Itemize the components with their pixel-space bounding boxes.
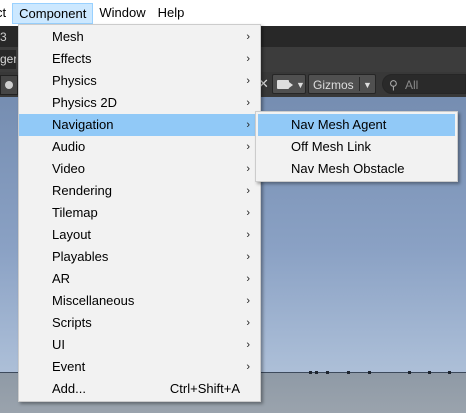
- horizon-marker: [347, 371, 350, 374]
- scene-search-input[interactable]: ⚲ All: [382, 74, 466, 94]
- horizon-marker: [315, 371, 318, 374]
- chevron-right-icon: ›: [246, 53, 250, 65]
- menu-item-physics[interactable]: Physics ›: [19, 70, 260, 92]
- chevron-right-icon: ›: [246, 339, 250, 351]
- main-menubar: ct Component Window Help: [0, 0, 466, 26]
- menu-item-label: Miscellaneous: [52, 293, 135, 308]
- horizon-marker: [448, 371, 451, 374]
- menu-item-label: Effects: [52, 51, 92, 66]
- menu-item-ar[interactable]: AR ›: [19, 268, 260, 290]
- menu-item-label: Scripts: [52, 315, 92, 330]
- menu-item-label: Layout: [52, 227, 92, 242]
- component-menu: Mesh › Effects › Physics › Physics 2D › …: [18, 24, 261, 402]
- horizon-marker: [428, 371, 431, 374]
- navigation-submenu: Nav Mesh Agent Off Mesh Link Nav Mesh Ob…: [255, 111, 458, 182]
- chevron-right-icon: ›: [246, 317, 250, 329]
- menu-item-label: Physics: [52, 73, 97, 88]
- menu-item-label: AR: [52, 271, 71, 286]
- chevron-right-icon: ›: [246, 75, 250, 87]
- chevron-right-icon: ›: [246, 273, 250, 285]
- chevron-right-icon: ›: [246, 163, 250, 175]
- menu-item-physics-2d[interactable]: Physics 2D ›: [19, 92, 260, 114]
- menu-item-playables[interactable]: Playables ›: [19, 246, 260, 268]
- menu-item-label: Playables: [52, 249, 109, 264]
- shading-mode-dropdown[interactable]: [0, 75, 18, 95]
- menu-item-label: Navigation: [52, 117, 114, 132]
- chevron-right-icon: ›: [246, 119, 250, 131]
- menu-item-label: Physics 2D: [52, 95, 118, 110]
- chevron-right-icon: ›: [246, 185, 250, 197]
- chevron-right-icon: ›: [246, 97, 250, 109]
- menu-item-mesh[interactable]: Mesh ›: [19, 26, 260, 48]
- menu-item-label: Mesh: [52, 29, 84, 44]
- chevron-right-icon: ›: [246, 31, 250, 43]
- menu-item-rendering[interactable]: Rendering ›: [19, 180, 260, 202]
- chevron-right-icon: ›: [246, 361, 250, 373]
- menu-help[interactable]: Help: [152, 3, 191, 23]
- menu-edit-partial[interactable]: ct: [0, 3, 12, 23]
- chevron-right-icon: ›: [246, 295, 250, 307]
- submenu-item-off-mesh-link[interactable]: Off Mesh Link: [258, 136, 455, 158]
- gizmos-label: Gizmos: [313, 78, 354, 92]
- chevron-right-icon: ›: [246, 141, 250, 153]
- chevron-down-icon: ▼: [296, 80, 305, 90]
- menu-item-label: Tilemap: [52, 205, 98, 220]
- horizon-marker: [326, 371, 329, 374]
- menu-item-effects[interactable]: Effects ›: [19, 48, 260, 70]
- menu-item-layout[interactable]: Layout ›: [19, 224, 260, 246]
- menu-item-label: Audio: [52, 139, 86, 154]
- submenu-item-nav-mesh-obstacle[interactable]: Nav Mesh Obstacle: [258, 158, 455, 180]
- menu-item-navigation[interactable]: Navigation ›: [19, 114, 260, 136]
- gizmos-divider: [359, 77, 360, 91]
- camera-lens-icon: [289, 82, 293, 88]
- submenu-item-nav-mesh-agent[interactable]: Nav Mesh Agent: [258, 114, 455, 136]
- menu-item-shortcut: Ctrl+Shift+A: [169, 381, 240, 396]
- camera-settings-button[interactable]: ▼: [272, 74, 306, 94]
- menu-component[interactable]: Component: [12, 2, 94, 24]
- horizon-marker: [408, 371, 411, 374]
- search-icon: ⚲: [389, 78, 398, 92]
- menu-item-tilemap[interactable]: Tilemap ›: [19, 202, 260, 224]
- menu-item-label: Event: [52, 359, 86, 374]
- chevron-right-icon: ›: [246, 229, 250, 241]
- shading-icon: [5, 81, 13, 89]
- panel-tab-manager[interactable]: ger: [0, 50, 16, 69]
- menu-item-scripts[interactable]: Scripts ›: [19, 312, 260, 334]
- chevron-right-icon: ›: [246, 251, 250, 263]
- horizon-marker: [368, 371, 371, 374]
- menu-item-label: Rendering: [52, 183, 112, 198]
- menu-item-audio[interactable]: Audio ›: [19, 136, 260, 158]
- menu-window[interactable]: Window: [93, 3, 151, 23]
- panel-tab-glyph[interactable]: 3: [0, 30, 8, 44]
- menu-item-add[interactable]: Add... Ctrl+Shift+A: [19, 378, 260, 400]
- chevron-right-icon: ›: [246, 207, 250, 219]
- menu-item-label: Video: [52, 161, 86, 176]
- horizon-marker: [309, 371, 312, 374]
- menu-item-miscellaneous[interactable]: Miscellaneous ›: [19, 290, 260, 312]
- search-placeholder: All: [405, 78, 419, 92]
- menu-item-label: UI: [52, 337, 65, 352]
- menu-item-ui[interactable]: UI ›: [19, 334, 260, 356]
- menu-item-event[interactable]: Event ›: [19, 356, 260, 378]
- menu-item-video[interactable]: Video ›: [19, 158, 260, 180]
- gizmos-button[interactable]: Gizmos ▼: [308, 74, 376, 94]
- camera-icon: [277, 80, 289, 89]
- menu-item-label: Add...: [52, 381, 86, 396]
- chevron-down-icon: ▼: [363, 80, 372, 90]
